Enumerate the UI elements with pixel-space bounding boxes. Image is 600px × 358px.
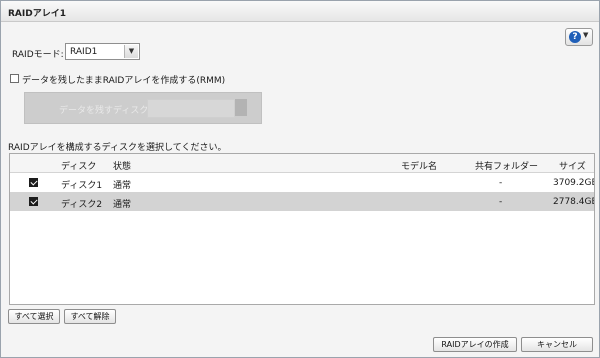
raid-mode-value: RAID1 bbox=[70, 47, 98, 57]
cancel-button[interactable]: キャンセル bbox=[521, 337, 593, 352]
column-header-status[interactable]: 状態 bbox=[113, 159, 131, 172]
disk-table: ディスク 状態 モデル名 共有フォルダー サイズ ディスク1 通常 - 3709… bbox=[9, 153, 595, 305]
column-header-model[interactable]: モデル名 bbox=[401, 159, 437, 172]
keep-disk-group: データを残すディスク: bbox=[24, 92, 262, 124]
disk-status: 通常 bbox=[113, 200, 132, 210]
select-all-button[interactable]: すべて選択 bbox=[8, 309, 60, 324]
dialog-titlebar: RAIDアレイ1 bbox=[1, 1, 599, 22]
disk-share: - bbox=[499, 197, 503, 207]
deselect-all-button[interactable]: すべて解除 bbox=[64, 309, 116, 324]
chevron-down-icon: ▼ bbox=[583, 31, 589, 39]
table-row[interactable]: ディスク2 通常 - 2778.4GB bbox=[10, 192, 594, 211]
keep-disk-label: データを残すディスク: bbox=[59, 106, 152, 116]
disk-share: - bbox=[499, 178, 503, 188]
raid-mode-select[interactable]: RAID1 ▼ bbox=[65, 43, 140, 60]
disk-name: ディスク1 bbox=[61, 181, 103, 191]
disk-size: 3709.2GB bbox=[553, 178, 595, 188]
disk-status: 通常 bbox=[113, 181, 132, 191]
select-disks-label: RAIDアレイを構成するディスクを選択してください。 bbox=[8, 143, 227, 153]
keep-disk-select bbox=[147, 99, 235, 118]
help-button[interactable]: ? ▼ bbox=[565, 28, 593, 46]
disk-size: 2778.4GB bbox=[553, 197, 595, 207]
keep-data-label: データを残したままRAIDアレイを作成する(RMM) bbox=[22, 76, 226, 86]
dialog-title: RAIDアレイ1 bbox=[8, 9, 66, 19]
create-raid-button[interactable]: RAIDアレイの作成 bbox=[433, 337, 517, 352]
column-header-disk[interactable]: ディスク bbox=[61, 159, 96, 172]
table-header: ディスク 状態 モデル名 共有フォルダー サイズ bbox=[10, 154, 594, 173]
disk-1-checkbox[interactable] bbox=[29, 178, 38, 187]
disk-name: ディスク2 bbox=[61, 200, 103, 210]
chevron-down-icon: ▼ bbox=[124, 45, 138, 58]
chevron-down-icon bbox=[235, 99, 247, 116]
keep-data-checkbox[interactable] bbox=[10, 74, 19, 83]
help-icon: ? bbox=[569, 31, 581, 43]
table-row[interactable]: ディスク1 通常 - 3709.2GB bbox=[10, 173, 594, 192]
raid-mode-label: RAIDモード: bbox=[12, 50, 64, 60]
disk-2-checkbox[interactable] bbox=[29, 197, 38, 206]
raid-array-dialog: RAIDアレイ1 ? ▼ RAIDモード: RAID1 ▼ データを残したままR… bbox=[0, 0, 600, 358]
column-header-share[interactable]: 共有フォルダー bbox=[475, 159, 538, 172]
column-header-size[interactable]: サイズ bbox=[559, 159, 586, 172]
